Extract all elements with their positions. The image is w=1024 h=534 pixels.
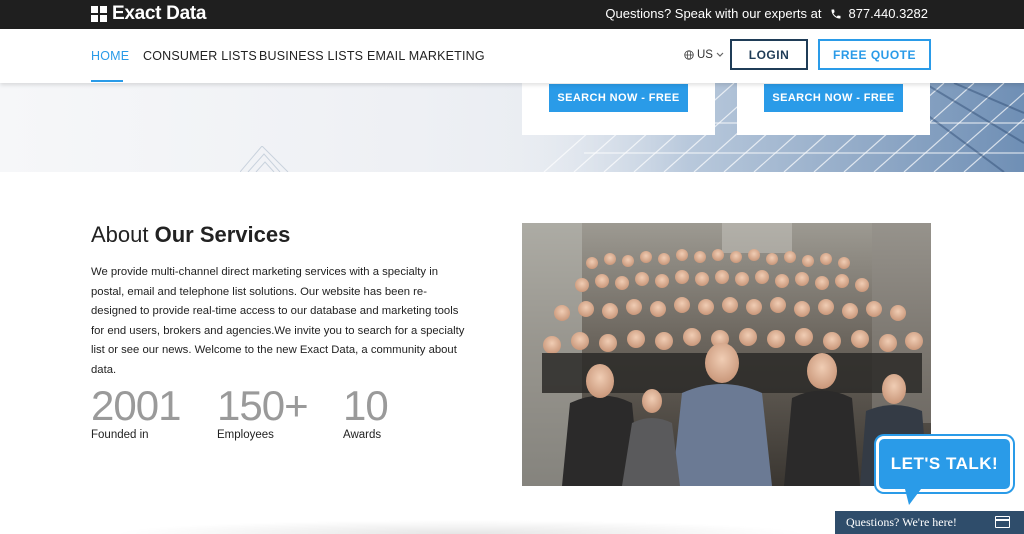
language-selector[interactable]: US	[684, 49, 724, 61]
lets-talk-chat-bubble[interactable]: LET'S TALK!	[876, 436, 1013, 492]
stat-label: Awards	[343, 429, 382, 441]
chat-bar-text: Questions? We're here!	[846, 515, 957, 529]
logo[interactable]: Exact Data	[91, 3, 207, 24]
search-card-consumer: SEARCH NOW - FREE	[522, 83, 715, 135]
stat-value: 10	[343, 382, 389, 429]
search-card-business: SEARCH NOW - FREE	[737, 83, 930, 135]
nav-item-home[interactable]: HOME	[91, 49, 129, 63]
questions-text: Questions? Speak with our experts at	[605, 6, 822, 21]
nav-item-email-marketing[interactable]: EMAIL MARKETING	[367, 49, 485, 63]
about-paragraph: We provide multi-channel direct marketin…	[91, 266, 465, 376]
search-now-button-1[interactable]: SEARCH NOW - FREE	[549, 84, 688, 112]
stat-value: 2001	[91, 382, 181, 429]
main-navigation: HOME CONSUMER LISTS BUSINESS LISTS EMAIL…	[0, 29, 1024, 83]
chat-launcher-bar[interactable]: Questions? We're here!	[835, 511, 1024, 534]
nav-item-business-lists[interactable]: BUSINESS LISTS	[259, 49, 363, 63]
hero-banner: SEARCH NOW - FREE SEARCH NOW - FREE	[0, 83, 1024, 172]
globe-icon	[684, 50, 694, 60]
login-button[interactable]: LOGIN	[730, 39, 808, 70]
nav-item-consumer-lists[interactable]: CONSUMER LISTS	[143, 49, 257, 63]
search-now-button-2[interactable]: SEARCH NOW - FREE	[764, 84, 903, 112]
chat-bubble-text: LET'S TALK!	[890, 454, 999, 473]
about-title: About Our Services	[91, 222, 291, 247]
section-divider-shadow	[110, 520, 810, 534]
stat-awards: 10 Awards	[343, 382, 389, 442]
stat-label: Founded in	[91, 429, 149, 441]
stat-employees: 150+ Employees	[217, 382, 309, 442]
stat-label: Employees	[217, 429, 274, 441]
logo-text: Exact Data	[112, 3, 207, 24]
team-photo-illustration	[522, 223, 931, 486]
chat-window-icon	[995, 516, 1010, 528]
stat-founded: 2001 Founded in	[91, 382, 181, 442]
language-label: US	[697, 49, 713, 61]
phone-icon	[831, 9, 841, 18]
team-photo	[522, 223, 931, 486]
active-nav-underline	[91, 80, 123, 82]
chat-bubble-tail	[905, 489, 921, 505]
free-quote-button[interactable]: FREE QUOTE	[818, 39, 931, 70]
chevron-down-icon	[716, 52, 724, 57]
stat-value: 150+	[217, 382, 309, 429]
logo-mark-icon	[91, 6, 107, 22]
decorative-building-icon	[240, 146, 289, 172]
phone-number[interactable]: 877.440.3282	[848, 6, 928, 21]
contact-info: Questions? Speak with our experts at 877…	[605, 6, 928, 21]
top-bar: Exact Data Questions? Speak with our exp…	[0, 0, 1024, 29]
